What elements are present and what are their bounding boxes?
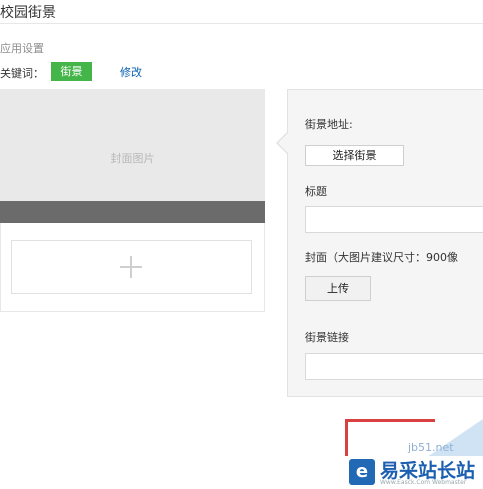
page-title: 校园街景 (0, 5, 56, 21)
edit-keyword-link[interactable]: 修改 (120, 64, 142, 80)
e-logo-icon: e (349, 459, 375, 485)
cover-image-placeholder[interactable] (0, 89, 265, 201)
watermark-site-sub: Www.Easck.Com Webmaster (380, 479, 467, 486)
address-label: 街景地址: (305, 118, 353, 131)
upload-button[interactable]: 上传 (305, 276, 371, 301)
link-label: 街景链接 (305, 331, 349, 344)
cover-title-bar (0, 201, 265, 223)
plus-icon-vertical (130, 256, 132, 278)
cover-label: 封面（大图片建议尺寸：900像 (305, 251, 458, 264)
section-label: 应用设置 (0, 42, 44, 55)
panel-pointer-inner (278, 133, 288, 153)
keyword-label: 关键词： (0, 67, 44, 80)
watermark-faint-text: jb51.net (408, 441, 454, 454)
choose-streetview-button[interactable]: 选择街景 (305, 145, 404, 166)
keyword-tag: 街景 (51, 62, 92, 81)
cover-image-label: 封面图片 (110, 152, 155, 165)
title-divider (0, 23, 483, 24)
link-input[interactable] (305, 353, 483, 380)
edit-panel (287, 89, 483, 397)
title-label: 标题 (305, 185, 327, 198)
title-input[interactable] (305, 206, 483, 233)
